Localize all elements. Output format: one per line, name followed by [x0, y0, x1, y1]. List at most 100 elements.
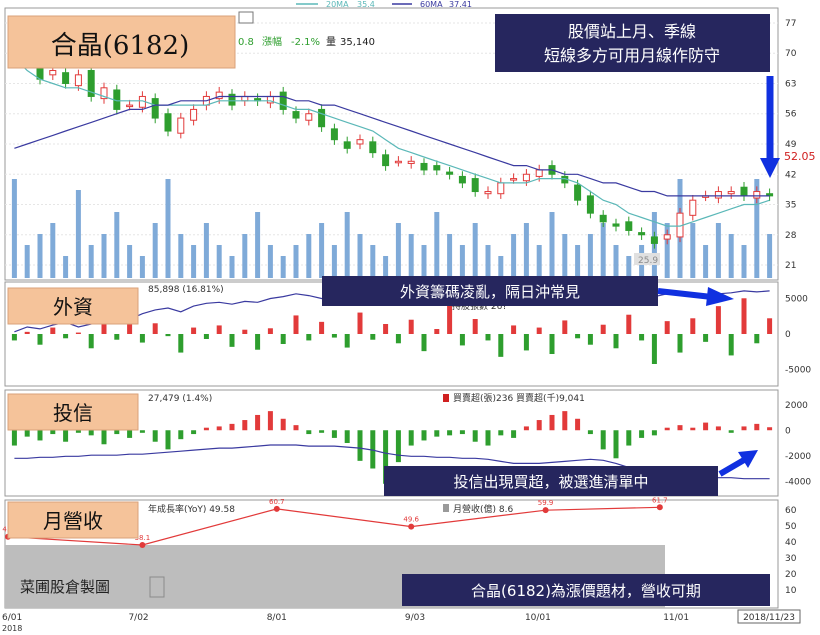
revenue-point-label: 60.7 [269, 498, 285, 506]
volume-bar [114, 212, 120, 278]
quote-change-label: 漲幅 [262, 35, 282, 48]
volume-bar [434, 212, 440, 278]
trust-bar [395, 430, 401, 463]
volume-bar [344, 212, 350, 278]
date-tick-label: 8/01 [267, 613, 287, 623]
trust-bar [575, 418, 581, 431]
candle-body [714, 191, 722, 199]
date-tick-label: 6/01 [2, 613, 22, 623]
price-y-tick: 70 [785, 49, 797, 59]
foreign-bar [690, 318, 696, 334]
candle-body [356, 139, 364, 145]
volume-bar [370, 245, 376, 278]
candle-body [164, 113, 172, 132]
volume-bar [255, 212, 261, 278]
trust-bar [88, 430, 94, 436]
candle-body [522, 173, 530, 182]
candle-body [305, 113, 313, 121]
volume-bar [88, 245, 94, 278]
volume-bar [152, 223, 158, 278]
candle-body [625, 221, 633, 231]
foreign-bar [165, 334, 171, 337]
trust-y-tick-labels: 2000 0 -2000 -4000 [785, 401, 811, 488]
trust-bar [523, 426, 529, 431]
quote-settings-icon[interactable] [238, 11, 254, 24]
foreign-bar [203, 334, 209, 339]
trust-bar [216, 426, 222, 431]
facebook-icon [149, 576, 165, 598]
volume-bar [280, 256, 286, 278]
revenue-y-tick-labels: 60 50 40 30 20 10 [785, 506, 797, 596]
foreign-bar [370, 334, 376, 340]
trust-bar [203, 427, 209, 431]
trust-bar [728, 430, 734, 433]
candle-body [471, 178, 479, 193]
volume-bar [575, 245, 581, 278]
trust-bar [485, 430, 491, 446]
revenue-panel: 43.38.160.749.659.961.7 605040302010 年成長… [2, 496, 797, 609]
candle-body [753, 191, 761, 199]
foreign-bar [255, 334, 261, 350]
trust-y-tick: -2000 [785, 452, 811, 462]
date-tick-label: 10/01 [525, 613, 551, 623]
ma20-legend-name: 20MA [326, 0, 349, 9]
trust-bar [613, 430, 619, 459]
volume-bar [242, 234, 248, 278]
foreign-bar [728, 334, 734, 356]
volume-bar [63, 256, 69, 278]
low-price-label: 25.9 [638, 256, 658, 266]
revenue-y-tick: 50 [785, 522, 797, 532]
foreign-bar [754, 334, 760, 344]
volume-bar [101, 234, 107, 278]
volume-bar [562, 234, 568, 278]
candle-body [586, 195, 594, 214]
trust-bar [178, 430, 184, 440]
revenue-point [408, 523, 415, 530]
volume-bar [24, 245, 30, 278]
foreign-bar [549, 334, 555, 354]
trust-header-left: 27,479 (1.4%) [148, 394, 212, 404]
foreign-title: 外資 [53, 295, 93, 319]
candle-body [407, 160, 415, 164]
volume-bar [165, 179, 171, 278]
foreign-bar [11, 334, 17, 341]
volume-bar [600, 223, 606, 278]
trust-bar [472, 430, 478, 442]
trust-bar [37, 430, 43, 441]
trust-bar [459, 430, 465, 435]
volume-bar [11, 179, 17, 278]
trust-bar [139, 430, 145, 433]
candle-body [599, 214, 607, 223]
trust-bar [664, 427, 670, 431]
volume-bar [408, 234, 414, 278]
price-y-tick: 28 [785, 231, 797, 241]
foreign-bar [536, 327, 542, 334]
volume-bar [536, 245, 542, 278]
trust-bar [703, 422, 709, 431]
foreign-panel: 50000-5000 85,898 (16.81%) 持股張數 26? 外資 外… [4, 276, 811, 387]
quote-fragment: 0.8 [238, 37, 254, 48]
foreign-bar [715, 306, 721, 334]
foreign-bar [408, 319, 414, 334]
date-tick-label: 7/02 [128, 613, 148, 623]
foreign-bar [562, 320, 568, 334]
foreign-bar [152, 323, 158, 334]
last-price-marker: 52.05 [784, 150, 816, 163]
foreign-bar [293, 315, 299, 334]
candle-body [394, 160, 402, 164]
revenue-y-tick: 30 [785, 554, 797, 564]
volume-bar [447, 234, 453, 278]
trust-title: 投信 [53, 401, 93, 425]
candle-body [318, 108, 326, 128]
foreign-bar [498, 334, 504, 357]
volume-bar [229, 256, 235, 278]
candle-body [650, 236, 658, 244]
callout-trust-text: 投信出現買超，被選進清單中 [453, 473, 648, 491]
revenue-legend-swatch [443, 504, 449, 512]
candle-body [420, 162, 428, 171]
revenue-point-label: 61.7 [652, 496, 668, 504]
revenue-header-legend: 月營收(億) 8.6 [453, 503, 513, 515]
trust-bar [255, 414, 261, 431]
foreign-bar [37, 334, 43, 345]
foreign-bar [703, 334, 709, 342]
